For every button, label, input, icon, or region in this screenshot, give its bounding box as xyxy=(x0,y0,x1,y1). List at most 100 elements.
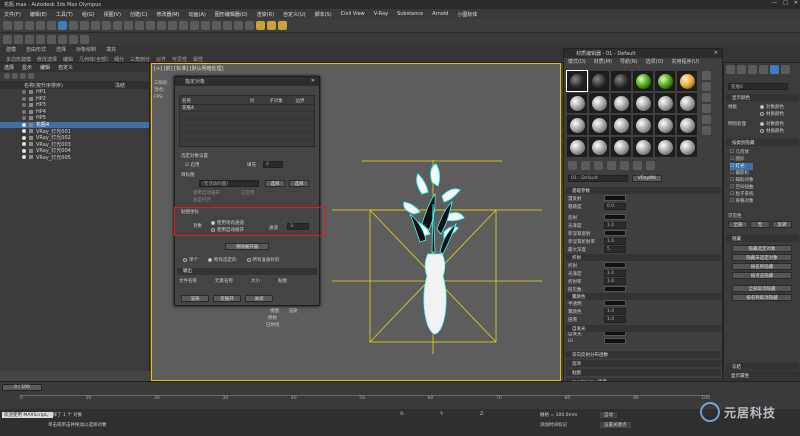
ribbon-sub-8[interactable]: 属性 xyxy=(193,56,203,63)
visibility-eye-icon[interactable] xyxy=(22,90,26,95)
sample-slot[interactable] xyxy=(633,115,653,135)
sample-slot[interactable] xyxy=(567,93,587,113)
target-select-button-2[interactable]: 选择 xyxy=(289,180,309,187)
unwrap-only-button[interactable]: 仅展开 xyxy=(213,295,241,302)
material-menu-4[interactable]: 实用程序(U) xyxy=(671,58,699,66)
maxscript-listener[interactable]: 欢迎使用 MAXScript。 xyxy=(2,412,54,418)
menu-item-1[interactable]: 编辑(E) xyxy=(30,11,47,18)
material-section[interactable]: 雾颜色 xyxy=(566,293,721,300)
wire-material-color-radio[interactable]: 材质颜色 xyxy=(760,111,784,117)
modify-tab-icon[interactable] xyxy=(737,65,746,74)
menu-item-5[interactable]: 创建(C) xyxy=(130,11,147,18)
sample-slot[interactable] xyxy=(655,93,675,113)
mirror-icon[interactable] xyxy=(201,21,210,30)
put-to-scene-icon[interactable] xyxy=(581,161,590,170)
angle-snap-icon[interactable] xyxy=(168,21,177,30)
close-button[interactable]: 关闭 xyxy=(245,295,273,302)
visibility-eye-icon[interactable] xyxy=(22,129,26,134)
motion-tab-icon[interactable] xyxy=(759,65,768,74)
sample-slot[interactable] xyxy=(566,70,588,92)
show-in-viewport-icon[interactable] xyxy=(633,161,642,170)
visibility-eye-icon[interactable] xyxy=(22,96,26,101)
sample-slot[interactable] xyxy=(611,93,631,113)
category-item[interactable]: ☐ 摄影机 xyxy=(730,170,753,177)
sample-slot[interactable] xyxy=(611,115,631,135)
ribbon-sub-4[interactable]: 细分 xyxy=(114,56,124,63)
align-icon[interactable] xyxy=(212,21,221,30)
tool-1-icon[interactable] xyxy=(3,34,12,44)
link-icon[interactable] xyxy=(25,21,34,30)
object-name-field[interactable]: 花瓶4 xyxy=(728,83,788,90)
sample-slot[interactable] xyxy=(655,71,675,91)
scene-tab-2[interactable]: 编辑 xyxy=(40,64,50,71)
wire-object-color-radio[interactable]: 对象颜色 xyxy=(760,104,784,110)
enable-checkbox[interactable]: ☑ 启用 xyxy=(185,162,199,168)
unhide-by-name-button[interactable]: 按名称取消隐藏 xyxy=(732,294,792,301)
ribbon-tab-4[interactable]: 填充 xyxy=(106,46,116,53)
spinner-snap-icon[interactable] xyxy=(190,21,199,30)
menu-item-16[interactable]: 小图标体 xyxy=(457,11,477,18)
menu-item-9[interactable]: 渲染(R) xyxy=(257,11,274,18)
background-icon[interactable] xyxy=(702,93,711,102)
object-table-col-3[interactable]: 边界 xyxy=(288,98,312,104)
menu-item-12[interactable]: Civil View xyxy=(341,11,365,17)
ribbon-sub-6[interactable]: 对齐 xyxy=(156,56,166,63)
add-time-tag[interactable]: 添加时间标记 xyxy=(540,422,567,428)
material-prop-field[interactable]: 1.6 xyxy=(604,238,626,245)
none-button[interactable]: 无 xyxy=(750,221,770,228)
time-slider[interactable]: 0 / 100 xyxy=(2,384,42,391)
color-swatch[interactable] xyxy=(604,214,626,220)
material-section[interactable]: 自发光 xyxy=(566,325,721,332)
placement-icon[interactable] xyxy=(135,21,144,30)
section-maps[interactable]: 贴图 xyxy=(566,369,721,376)
sample-slot[interactable] xyxy=(633,93,653,113)
sample-slot[interactable] xyxy=(677,93,697,113)
sample-slot[interactable] xyxy=(655,137,675,157)
sample-slot[interactable] xyxy=(677,115,697,135)
section-hide-by-category[interactable]: 按类别隐藏 xyxy=(726,139,799,146)
section-brdf[interactable]: 双向反射分布函数 xyxy=(566,351,721,358)
sample-slot[interactable] xyxy=(677,137,697,157)
ribbon-sub-0[interactable]: 多边形建模 xyxy=(6,56,31,63)
menu-item-6[interactable]: 修改器(M) xyxy=(156,11,179,18)
material-editor-icon[interactable] xyxy=(245,21,254,30)
color-swatch[interactable] xyxy=(604,300,626,306)
uv-tiling-icon[interactable] xyxy=(702,104,711,113)
material-prop-field[interactable]: 1.0 xyxy=(604,222,626,229)
section-display-props[interactable]: 显示属性 xyxy=(723,371,800,381)
material-menu-2[interactable]: 导航(N) xyxy=(620,58,638,66)
menu-item-2[interactable]: 工具(T) xyxy=(56,11,73,18)
make-unique-icon[interactable] xyxy=(620,161,629,170)
invert-button[interactable]: 反转 xyxy=(772,221,792,228)
section-freeze[interactable]: 冻结 xyxy=(726,363,799,370)
redo-icon[interactable] xyxy=(14,21,23,30)
graph-editor-icon[interactable] xyxy=(234,21,243,30)
hide-by-name-button[interactable]: 按名称隐藏 xyxy=(732,263,792,270)
sample-slot[interactable] xyxy=(633,71,653,91)
color-swatch[interactable] xyxy=(604,195,626,201)
sample-slot[interactable] xyxy=(589,115,609,135)
camera-filter-icon[interactable] xyxy=(28,73,34,79)
visibility-eye-icon[interactable] xyxy=(22,122,26,127)
material-section[interactable]: 折射 xyxy=(566,254,721,261)
dialog-close-icon[interactable]: ✕ xyxy=(311,78,315,84)
menu-item-14[interactable]: Substance xyxy=(397,11,423,17)
ribbon-sub-1[interactable]: 修改选择 xyxy=(37,56,57,63)
undo-icon[interactable] xyxy=(3,21,12,30)
utilities-tab-icon[interactable] xyxy=(781,65,790,74)
light-filter-icon[interactable] xyxy=(20,73,26,79)
category-item[interactable]: ☐ 粒子系统 xyxy=(730,191,753,198)
bake-mode-radio-2[interactable]: 所有准备好的 xyxy=(246,257,280,263)
all-button[interactable]: 全部 xyxy=(728,221,748,228)
output-col-2[interactable]: 大小 xyxy=(251,278,260,284)
scene-tab-3[interactable]: 自定义 xyxy=(58,64,73,71)
menu-item-0[interactable]: 文件(F) xyxy=(4,11,21,18)
bind-spacewarp-icon[interactable] xyxy=(47,21,56,30)
material-menu-1[interactable]: 材质(M) xyxy=(594,58,612,66)
tool-4-icon[interactable] xyxy=(36,34,45,44)
object-table-col-1[interactable]: 对 xyxy=(240,98,264,104)
section-hide[interactable]: 隐藏 xyxy=(726,235,799,242)
ribbon-tab-1[interactable]: 自由形式 xyxy=(26,46,46,53)
output-header[interactable]: 输出 xyxy=(177,268,317,275)
menu-item-13[interactable]: V-Ray xyxy=(374,11,388,17)
